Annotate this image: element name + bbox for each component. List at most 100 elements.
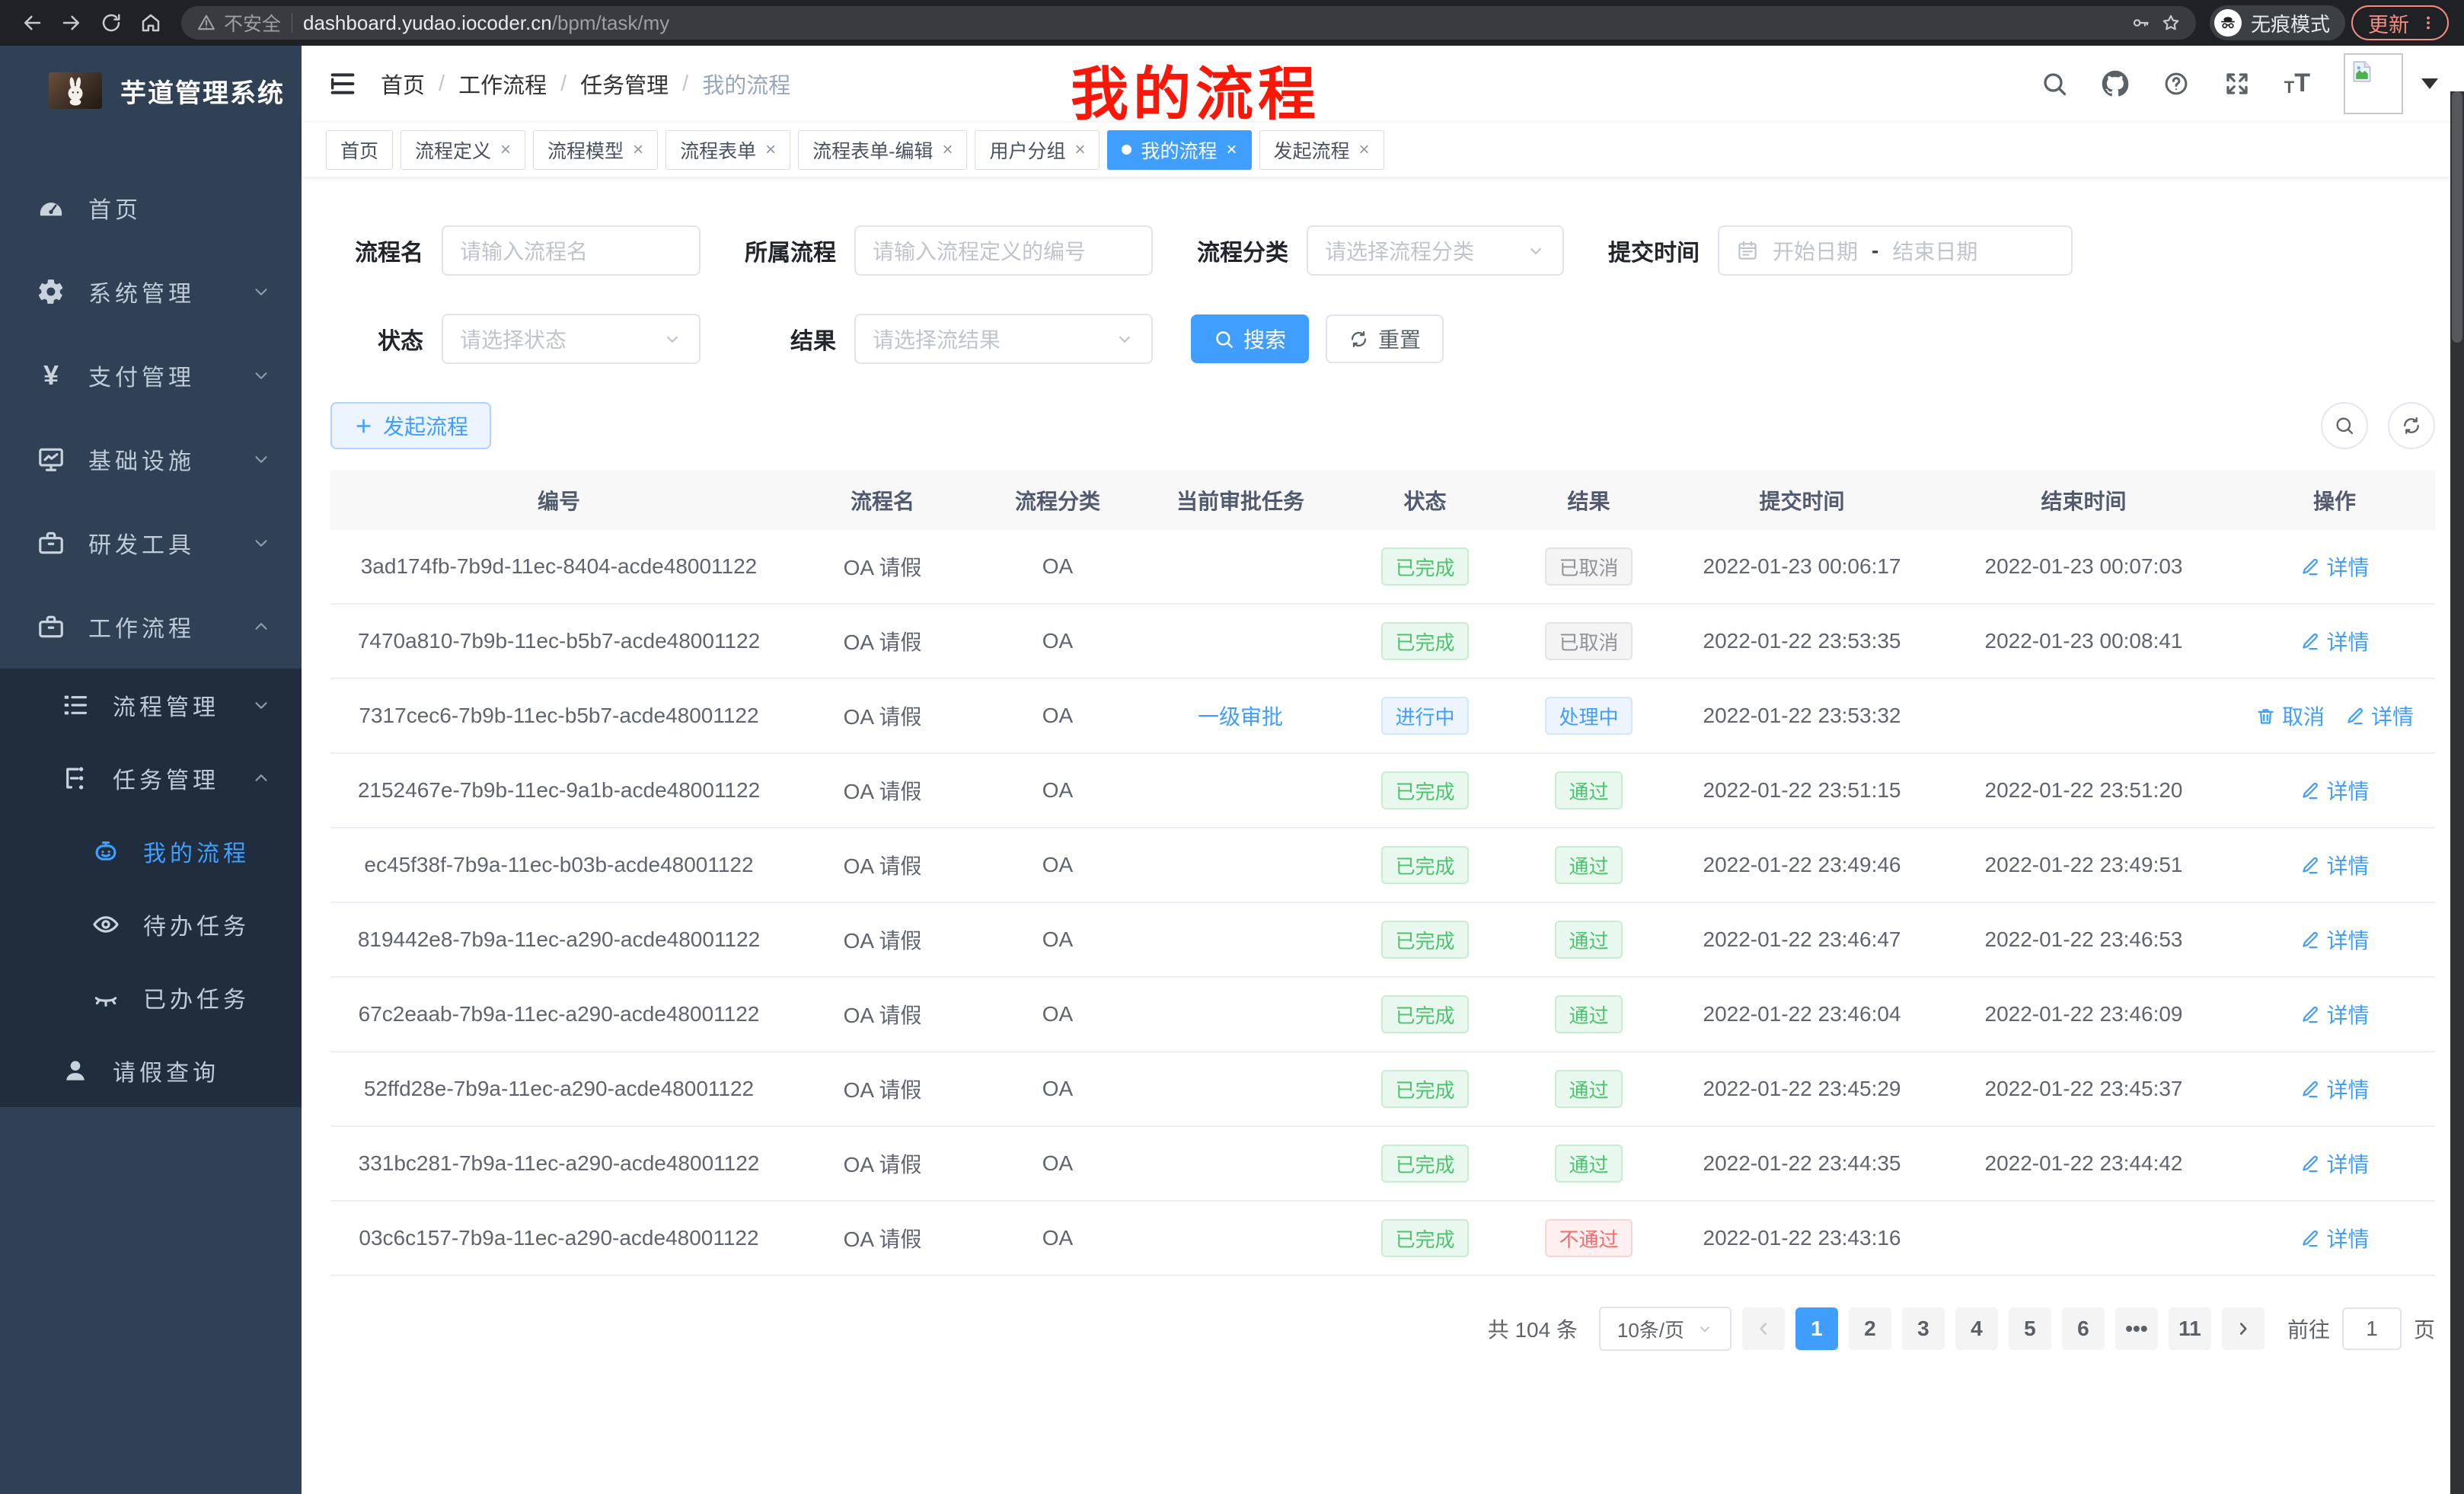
tab-发起流程[interactable]: 发起流程 × (1259, 130, 1384, 170)
sidebar-item-我的流程[interactable]: 我的流程 (0, 815, 302, 888)
prev-page-button[interactable] (1742, 1307, 1785, 1350)
column-header: 操作 (2234, 485, 2435, 516)
user-menu[interactable] (2344, 53, 2438, 114)
tab-流程表单[interactable]: 流程表单 × (665, 130, 790, 170)
sidebar-item-label: 基础设施 (88, 442, 195, 476)
sidebar-item-支付管理[interactable]: ¥ 支付管理 (0, 334, 302, 417)
detail-link[interactable]: 详情 (2300, 850, 2369, 880)
detail-link[interactable]: 详情 (2300, 924, 2369, 955)
create-process-button[interactable]: 发起流程 (330, 402, 491, 449)
cell-id: 3ad174fb-7b9d-11ec-8404-acde48001122 (330, 554, 787, 579)
close-icon[interactable]: × (1227, 141, 1237, 159)
process-definition-input[interactable]: 请输入流程定义的编号 (854, 225, 1153, 276)
more-pages-button[interactable]: ••• (2115, 1307, 2158, 1350)
breadcrumb-item[interactable]: 工作流程 (458, 68, 547, 100)
category-select[interactable]: 请选择流程分类 (1307, 225, 1564, 276)
cell-submit-time: 2022-01-23 00:06:17 (1671, 554, 1933, 579)
chevron-down-icon (251, 282, 271, 302)
page-button-1[interactable]: 1 (1795, 1307, 1838, 1350)
browser-reload-icon[interactable] (94, 6, 128, 40)
sidebar-item-基础设施[interactable]: 基础设施 (0, 417, 302, 501)
page-button-3[interactable]: 3 (1902, 1307, 1945, 1350)
status-select[interactable]: 请选择状态 (442, 314, 701, 364)
detail-link[interactable]: 详情 (2300, 999, 2369, 1030)
cell-submit-time: 2022-01-22 23:49:46 (1671, 853, 1933, 877)
tab-流程模型[interactable]: 流程模型 × (533, 130, 658, 170)
hamburger-icon[interactable] (327, 69, 358, 99)
sidebar-item-待办任务[interactable]: 待办任务 (0, 888, 302, 961)
toggle-search-button[interactable] (2321, 402, 2368, 449)
cell-actions: 详情 (2234, 850, 2435, 880)
sidebar-item-研发工具[interactable]: 研发工具 (0, 501, 302, 585)
close-icon[interactable]: × (1359, 141, 1370, 159)
detail-link[interactable]: 详情 (2300, 1223, 2369, 1253)
sidebar-item-工作流程[interactable]: 工作流程 (0, 585, 302, 669)
detail-link[interactable]: 详情 (2300, 551, 2369, 582)
close-icon[interactable]: × (633, 141, 643, 159)
reset-button[interactable]: 重置 (1326, 314, 1444, 363)
next-page-button[interactable] (2222, 1307, 2265, 1350)
detail-link[interactable]: 详情 (2300, 775, 2369, 806)
process-name-input[interactable]: 请输入流程名 (442, 225, 701, 276)
tab-用户分组[interactable]: 用户分组 × (975, 130, 1100, 170)
browser-back-icon[interactable] (15, 6, 49, 40)
cell-end-time: 2022-01-22 23:44:42 (1933, 1151, 2234, 1176)
close-icon[interactable]: × (765, 141, 776, 159)
table-row: 52ffd28e-7b9a-11ec-a290-acde48001122OA 请… (330, 1052, 2435, 1127)
page-button-5[interactable]: 5 (2009, 1307, 2051, 1350)
detail-link[interactable]: 详情 (2300, 1148, 2369, 1179)
search-button[interactable]: 搜索 (1191, 314, 1309, 363)
menu-dots-icon[interactable] (2420, 14, 2437, 31)
tab-我的流程[interactable]: 我的流程 × (1107, 130, 1251, 170)
goto-page-input[interactable] (2342, 1307, 2402, 1350)
page-button-4[interactable]: 4 (1955, 1307, 1998, 1350)
bookmark-star-icon[interactable] (2161, 13, 2181, 33)
cancel-link[interactable]: 取消 (2255, 701, 2325, 731)
sidebar-item-已办任务[interactable]: 已办任务 (0, 961, 302, 1034)
tab-label: 流程模型 (547, 136, 624, 164)
address-bar[interactable]: 不安全 dashboard.yudao.iocoder.cn/bpm/task/… (181, 6, 2196, 40)
sidebar-item-请假查询[interactable]: 请假查询 (0, 1034, 302, 1107)
current-task-link[interactable]: 一级审批 (1198, 701, 1283, 731)
cell-actions: 取消详情 (2234, 701, 2435, 731)
github-icon[interactable] (2102, 70, 2129, 97)
page-size-select[interactable]: 10条/页 (1599, 1307, 1732, 1351)
fullscreen-icon[interactable] (2223, 70, 2251, 97)
breadcrumb-item[interactable]: 任务管理 (580, 68, 669, 100)
result-select[interactable]: 请选择流结果 (854, 314, 1153, 364)
avatar[interactable] (2344, 53, 2403, 114)
page-button-2[interactable]: 2 (1849, 1307, 1891, 1350)
refresh-button[interactable] (2388, 402, 2435, 449)
browser-scrollbar[interactable] (2450, 91, 2464, 1494)
sidebar-item-首页[interactable]: 首页 (0, 166, 302, 250)
page-button-11[interactable]: 11 (2169, 1307, 2211, 1350)
tab-首页[interactable]: 首页 (326, 130, 393, 170)
sidebar-item-流程管理[interactable]: 流程管理 (0, 669, 302, 742)
tab-流程表单-编辑[interactable]: 流程表单-编辑 × (798, 130, 967, 170)
sidebar-item-任务管理[interactable]: 任务管理 (0, 742, 302, 815)
tab-流程定义[interactable]: 流程定义 × (401, 130, 525, 170)
detail-link[interactable]: 详情 (2300, 626, 2369, 656)
detail-link[interactable]: 详情 (2344, 701, 2414, 731)
submit-time-range-picker[interactable]: 开始日期 - 结束日期 (1718, 225, 2073, 276)
sidebar-item-系统管理[interactable]: 系统管理 (0, 250, 302, 334)
search-icon[interactable] (2041, 70, 2068, 97)
key-icon[interactable] (2130, 13, 2150, 33)
close-icon[interactable]: × (1074, 141, 1085, 159)
help-icon[interactable] (2162, 70, 2190, 97)
app-logo-row[interactable]: 芋道管理系统 (0, 46, 302, 136)
close-icon[interactable]: × (942, 141, 953, 159)
field-label: 流程分类 (1191, 234, 1288, 267)
breadcrumb-item[interactable]: 首页 (381, 68, 425, 100)
browser-home-icon[interactable] (134, 6, 168, 40)
font-size-icon[interactable]: TT (2284, 73, 2310, 94)
update-button[interactable]: 更新 (2351, 5, 2449, 40)
security-warning[interactable]: 不安全 (196, 9, 281, 37)
page-button-6[interactable]: 6 (2062, 1307, 2105, 1350)
browser-forward-icon[interactable] (55, 6, 88, 40)
column-header: 提交时间 (1671, 485, 1933, 516)
chevron-down-icon (251, 366, 271, 385)
detail-link[interactable]: 详情 (2300, 1074, 2369, 1104)
close-icon[interactable]: × (500, 141, 511, 159)
scrollbar-thumb[interactable] (2452, 91, 2462, 343)
